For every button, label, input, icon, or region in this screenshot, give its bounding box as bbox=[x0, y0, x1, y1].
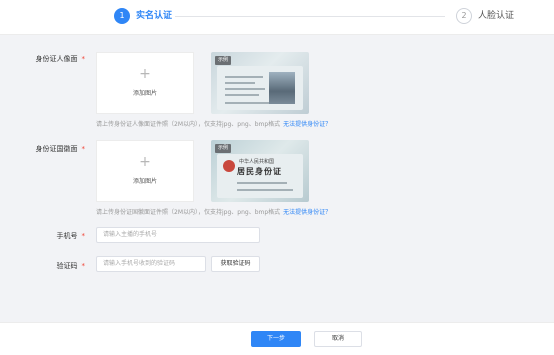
next-button[interactable]: 下一步 bbox=[251, 331, 301, 347]
card-main-title: 居民身份证 bbox=[237, 167, 282, 176]
id-card-front-image bbox=[217, 66, 303, 110]
front-id-label-text: 身份证人像面 bbox=[35, 55, 78, 63]
card-country-title: 中华人民共和国 bbox=[239, 159, 275, 165]
required-mark: * bbox=[81, 262, 86, 270]
back-id-upload[interactable]: + 添加图片 bbox=[96, 140, 194, 202]
required-mark: * bbox=[81, 145, 86, 153]
back-id-hint-text: 请上传身份证国徽面证件照（2M以内），仅支持jpg、png、bmp格式 bbox=[96, 209, 281, 216]
step-1-label: 实名认证 bbox=[136, 11, 173, 21]
code-input[interactable]: 请输入手机号收到的验证码 bbox=[96, 256, 206, 272]
front-id-sample: 示例 bbox=[211, 52, 309, 114]
front-id-upload[interactable]: + 添加图片 bbox=[96, 52, 194, 114]
upload-label: 添加图片 bbox=[132, 178, 157, 185]
cancel-button[interactable]: 取消 bbox=[314, 331, 362, 347]
code-label-text: 验证码 bbox=[56, 262, 78, 270]
front-id-hint-text: 请上传身份证人像面证件照（2M以内），仅支持jpg、png、bmp格式 bbox=[96, 121, 281, 128]
id-card-back-image: 中华人民共和国 居民身份证 bbox=[217, 154, 303, 198]
sample-tag: 示例 bbox=[215, 56, 232, 65]
steps-bar: 1 实名认证 2 人脸认证 bbox=[0, 0, 554, 35]
back-id-label: 身份证国徽面 * bbox=[0, 144, 86, 154]
get-code-button[interactable]: 获取验证码 bbox=[211, 256, 260, 272]
step-1-number: 1 bbox=[114, 8, 130, 24]
required-mark: * bbox=[81, 55, 86, 63]
back-id-sample: 中华人民共和国 居民身份证 示例 bbox=[211, 140, 309, 202]
card-text-line bbox=[225, 94, 259, 96]
no-id-link[interactable]: 无法提供身份证？ bbox=[283, 209, 331, 216]
footer-bar: 下一步 取消 bbox=[0, 322, 554, 355]
card-text-line bbox=[237, 189, 293, 191]
plus-icon: + bbox=[139, 66, 151, 82]
back-id-label-text: 身份证国徽面 bbox=[35, 145, 78, 153]
card-text-line bbox=[225, 82, 255, 84]
no-id-link[interactable]: 无法提供身份证？ bbox=[283, 121, 331, 128]
phone-label-text: 手机号 bbox=[56, 232, 78, 240]
card-text-line bbox=[225, 76, 263, 78]
front-id-label: 身份证人像面 * bbox=[0, 54, 86, 64]
card-text-line bbox=[237, 182, 287, 184]
code-label: 验证码 * bbox=[0, 261, 86, 271]
upload-label: 添加图片 bbox=[132, 90, 157, 97]
card-text-line bbox=[225, 88, 265, 90]
sample-tag: 示例 bbox=[215, 144, 232, 153]
step-2-number: 2 bbox=[456, 8, 472, 24]
phone-label: 手机号 * bbox=[0, 231, 86, 241]
plus-icon: + bbox=[139, 154, 151, 170]
phone-input[interactable]: 请输入主播的手机号 bbox=[96, 227, 260, 243]
national-emblem-icon bbox=[223, 160, 235, 172]
required-mark: * bbox=[81, 232, 86, 240]
back-id-hint: 请上传身份证国徽面证件照（2M以内），仅支持jpg、png、bmp格式 无法提供身… bbox=[96, 207, 331, 216]
front-id-hint: 请上传身份证人像面证件照（2M以内），仅支持jpg、png、bmp格式 无法提供身… bbox=[96, 119, 331, 128]
portrait-photo bbox=[269, 72, 295, 104]
step-2-label: 人脸认证 bbox=[478, 11, 515, 21]
step-connector bbox=[175, 16, 445, 17]
